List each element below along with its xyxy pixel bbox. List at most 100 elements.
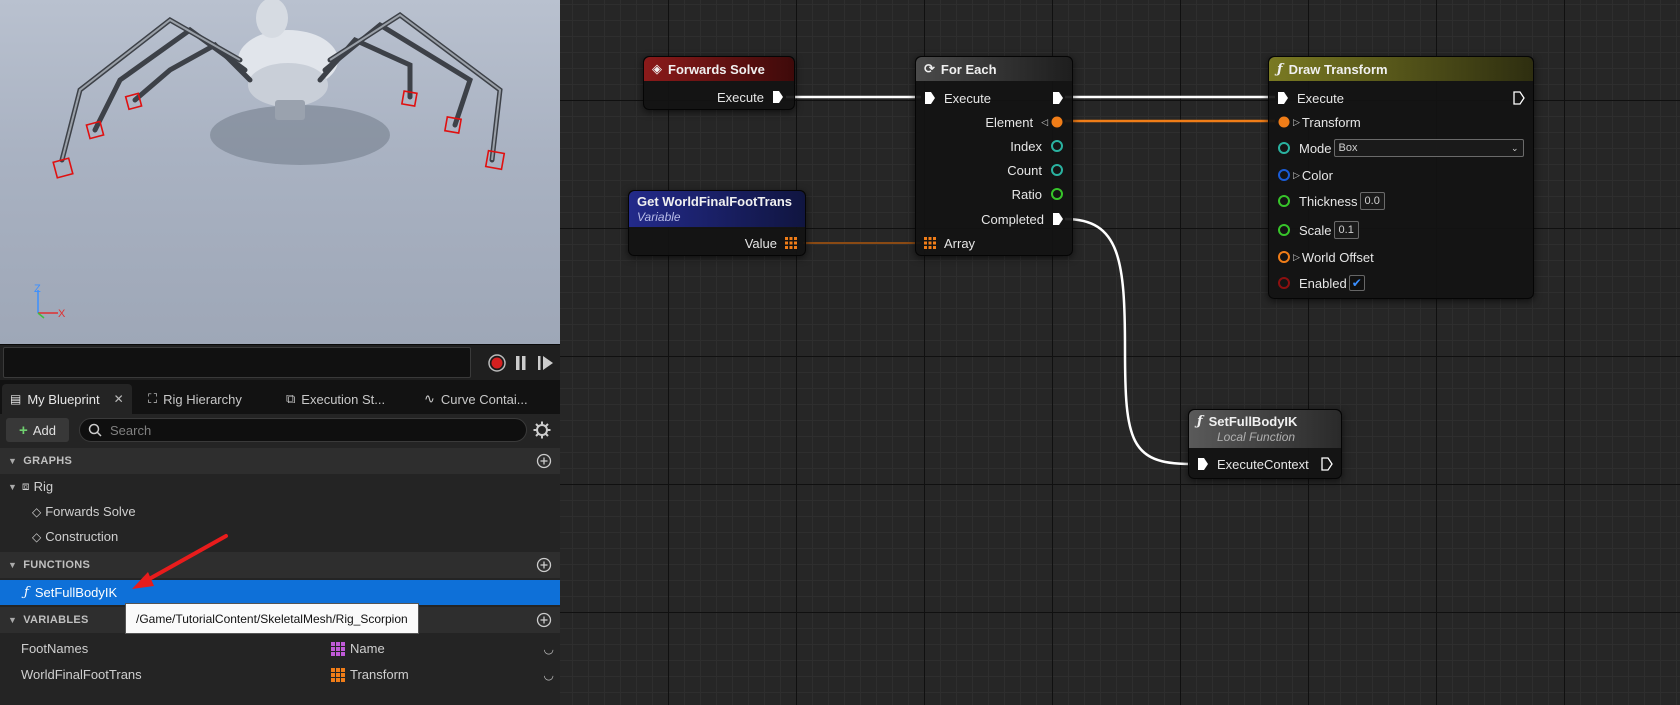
pin-label: Index bbox=[1010, 138, 1042, 154]
search-input[interactable] bbox=[110, 422, 510, 438]
record-button[interactable] bbox=[487, 354, 507, 374]
axis-x-label: X bbox=[58, 308, 66, 320]
pin-count-out[interactable]: Count bbox=[1007, 160, 1064, 180]
thickness-input[interactable]: 0.0 bbox=[1359, 192, 1385, 210]
variable-row[interactable]: FootNames Name ◡ bbox=[0, 636, 560, 661]
node-forwards-solve[interactable]: ◈ Forwards Solve Execute bbox=[643, 56, 795, 110]
left-panel: Z X ▤ My Blueprint ✕ ⛶ Rig Hierarchy ⧉ E… bbox=[0, 0, 560, 705]
pin-execute-in[interactable]: Execute bbox=[1277, 88, 1344, 108]
tab-curve-container[interactable]: ∿ Curve Contai... bbox=[416, 384, 536, 414]
node-for-each[interactable]: ⟳ For Each Execute Element ◁ Index Count bbox=[915, 56, 1073, 256]
pin-scale-in[interactable]: Scale 0.1 bbox=[1277, 220, 1359, 240]
color-pin-icon[interactable] bbox=[1277, 168, 1291, 182]
struct-pin-icon[interactable] bbox=[1277, 115, 1291, 129]
exec-pin-icon[interactable] bbox=[924, 91, 936, 105]
pin-execute-out[interactable]: Execute bbox=[717, 87, 784, 107]
exec-pin-icon[interactable] bbox=[772, 90, 784, 104]
scale-input[interactable]: 0.1 bbox=[1333, 221, 1359, 239]
enum-pin-icon[interactable] bbox=[1277, 141, 1291, 155]
graph-item-rig[interactable]: ▼ ⧈ Rig bbox=[0, 474, 560, 499]
node-setfullbodyik[interactable]: ƒ SetFullBodyIK Local Function ExecuteCon… bbox=[1188, 409, 1342, 479]
node-get-variable[interactable]: Get WorldFinalFootTrans Variable Value bbox=[628, 190, 806, 256]
tab-rig-hierarchy[interactable]: ⛶ Rig Hierarchy bbox=[140, 384, 250, 414]
pin-label: Element bbox=[985, 114, 1034, 130]
pin-color-in[interactable]: ▷ Color bbox=[1277, 165, 1333, 185]
search-box[interactable] bbox=[79, 418, 527, 442]
node-header[interactable]: ƒ SetFullBodyIK Local Function bbox=[1189, 410, 1341, 448]
exec-pin-out-icon[interactable] bbox=[1513, 91, 1525, 105]
pin-transform-in[interactable]: ▷ Transform bbox=[1277, 112, 1361, 132]
book-icon: ▤ bbox=[10, 392, 22, 406]
pause-button[interactable] bbox=[514, 354, 528, 374]
node-draw-transform[interactable]: ƒ Draw Transform Execute ▷ Transform Mod… bbox=[1268, 56, 1534, 299]
float-pin-icon[interactable] bbox=[1050, 187, 1064, 201]
tab-my-blueprint[interactable]: ▤ My Blueprint ✕ bbox=[2, 384, 132, 414]
exec-pin-out-icon[interactable] bbox=[1321, 457, 1333, 471]
variable-type[interactable]: Name bbox=[330, 641, 385, 656]
pin-element-out[interactable]: Element ◁ bbox=[985, 112, 1064, 132]
pin-value-out[interactable]: Value bbox=[745, 233, 797, 253]
float-pin-icon[interactable] bbox=[1277, 194, 1291, 208]
pin-index-out[interactable]: Index bbox=[1010, 136, 1064, 156]
variable-row[interactable]: WorldFinalFootTrans Transform ◡ bbox=[0, 662, 560, 687]
mode-dropdown[interactable]: Box ⌄ bbox=[1333, 139, 1524, 157]
array-pin-icon[interactable] bbox=[785, 237, 797, 249]
pin-label: ExecuteContext bbox=[1217, 456, 1309, 472]
float-pin-icon[interactable] bbox=[1277, 223, 1291, 237]
expand-arrow-icon[interactable]: ◁ bbox=[1041, 117, 1048, 128]
pin-mode-in[interactable]: Mode Box ⌄ bbox=[1277, 138, 1524, 158]
node-header[interactable]: Get WorldFinalFootTrans Variable bbox=[629, 191, 805, 227]
add-button[interactable]: + Add bbox=[6, 418, 69, 442]
node-graph-canvas[interactable]: ◈ Forwards Solve Execute Get WorldFinalF… bbox=[560, 0, 1680, 705]
loop-icon: ⟳ bbox=[924, 61, 935, 76]
pin-world-offset-in[interactable]: ▷ World Offset bbox=[1277, 247, 1374, 267]
node-header[interactable]: ◈ Forwards Solve bbox=[644, 57, 794, 81]
timeline-track[interactable] bbox=[3, 347, 471, 378]
pin-thickness-in[interactable]: Thickness 0.0 bbox=[1277, 191, 1385, 211]
tab-execution-stack[interactable]: ⧉ Execution St... bbox=[278, 384, 393, 414]
exec-pin-icon[interactable] bbox=[1052, 91, 1064, 105]
bool-pin-icon[interactable] bbox=[1277, 276, 1291, 290]
visibility-icon[interactable]: ◡ bbox=[544, 642, 554, 656]
struct-pin-icon[interactable] bbox=[1277, 250, 1291, 264]
exec-pin-icon[interactable] bbox=[1277, 91, 1289, 105]
pin-completed-out[interactable]: Completed bbox=[981, 209, 1064, 229]
graph-item-forwards-solve[interactable]: ◇ Forwards Solve bbox=[0, 499, 560, 524]
pin-execute-in[interactable]: Execute bbox=[924, 88, 991, 108]
int-pin-icon[interactable] bbox=[1050, 139, 1064, 153]
node-header[interactable]: ƒ Draw Transform bbox=[1269, 57, 1533, 81]
add-circle-icon[interactable] bbox=[536, 557, 552, 573]
node-subtitle: Local Function bbox=[1217, 430, 1296, 444]
my-blueprint-panel: + Add ▼ GRAPHS ▼ ⧈ bbox=[0, 414, 560, 705]
exec-pin-icon[interactable] bbox=[1052, 212, 1064, 226]
expand-arrow-icon[interactable]: ▷ bbox=[1293, 117, 1300, 128]
visibility-icon[interactable]: ◡ bbox=[544, 668, 554, 682]
step-forward-button[interactable] bbox=[537, 354, 555, 374]
int-pin-icon[interactable] bbox=[1050, 163, 1064, 177]
array-pin-icon[interactable] bbox=[924, 237, 936, 249]
graphs-section-header[interactable]: ▼ GRAPHS bbox=[0, 448, 560, 474]
gear-icon[interactable] bbox=[533, 421, 551, 439]
function-item-setfullbodyik[interactable]: ƒ SetFullBodyIK bbox=[0, 580, 560, 605]
pin-label: Color bbox=[1301, 167, 1333, 183]
expand-arrow-icon[interactable]: ▷ bbox=[1293, 170, 1300, 181]
pin-array-in[interactable]: Array bbox=[924, 233, 975, 253]
chevron-down-icon: ⌄ bbox=[1510, 142, 1519, 153]
struct-pin-icon[interactable] bbox=[1050, 115, 1064, 129]
pin-execute-context-in[interactable]: ExecuteContext bbox=[1197, 454, 1309, 474]
pin-enabled-in[interactable]: Enabled ✔ bbox=[1277, 273, 1365, 293]
add-circle-icon[interactable] bbox=[536, 612, 552, 628]
node-header[interactable]: ⟳ For Each bbox=[916, 57, 1072, 81]
enabled-checkbox[interactable]: ✔ bbox=[1348, 275, 1365, 291]
exec-pin-icon[interactable] bbox=[1197, 457, 1209, 471]
graph-item-construction[interactable]: ◇ Construction bbox=[0, 524, 560, 549]
viewport-3d[interactable]: Z X bbox=[0, 0, 560, 345]
pin-ratio-out[interactable]: Ratio bbox=[1012, 184, 1064, 204]
add-circle-icon[interactable] bbox=[536, 453, 552, 469]
functions-section-header[interactable]: ▼ FUNCTIONS bbox=[0, 552, 560, 578]
close-icon[interactable]: ✕ bbox=[114, 392, 124, 406]
hierarchy-icon: ⛶ bbox=[148, 391, 158, 406]
variable-type[interactable]: Transform bbox=[330, 667, 409, 682]
expand-arrow-icon[interactable]: ▷ bbox=[1293, 252, 1300, 263]
event-icon: ◇ bbox=[32, 504, 42, 519]
